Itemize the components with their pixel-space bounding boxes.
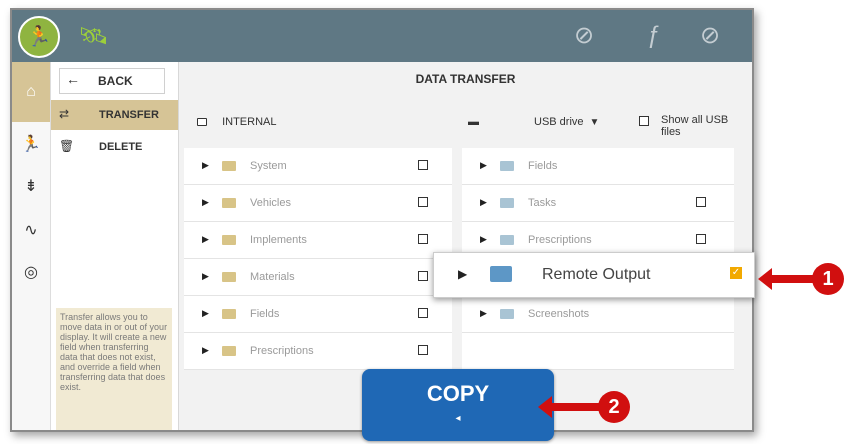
gps-icon[interactable]: ◎ [12,262,50,282]
callout-1-shaft [771,275,815,283]
folder-checkbox[interactable] [418,308,428,318]
help-text: Transfer allows you to move data in or o… [56,308,172,430]
menu-item-delete[interactable]: 🗑 DELETE [51,132,178,162]
folder-icon [222,346,236,356]
implement-icon[interactable]: ⇟ [12,176,50,196]
back-button[interactable]: ← BACK [59,68,165,94]
folder-icon [490,266,512,282]
page-title: DATA TRANSFER [415,72,516,86]
transfer-icon: ⇄ [59,107,70,121]
folder-name: Tasks [528,197,557,209]
folder-checkbox[interactable] [418,345,428,355]
usb-plug-icon: ▬ [468,116,479,128]
submenu: ← BACK ⇄ TRANSFER 🗑 DELETE Transfer allo… [51,62,179,430]
folder-checkbox[interactable] [418,160,428,170]
diagnostics-icon[interactable]: ∿ [12,220,50,240]
list-item [462,333,734,370]
run-logo-icon[interactable]: 🏃 [18,16,60,58]
list-item[interactable]: ▶ Implements [184,222,452,259]
top-bar: 🏃 🛰 ⊘ ƒ ⊘ [12,10,752,62]
menu-item-label: TRANSFER [99,109,159,121]
expand-icon[interactable]: ▶ [202,308,209,319]
folder-checkbox-checked[interactable]: ✓ [730,267,742,279]
folder-icon [500,309,514,319]
back-arrow-icon: ← [66,71,80,87]
folder-name: Vehicles [250,197,291,209]
menu-item-transfer[interactable]: ⇄ TRANSFER [51,100,178,130]
satellite-icon[interactable]: 🛰 [78,22,108,51]
list-item[interactable]: ▶ Vehicles [184,185,452,222]
caret-down-icon: ▼ [589,117,600,128]
folder-name: Materials [250,271,295,283]
list-item[interactable]: ▶ System [184,148,452,185]
folder-icon [500,161,514,171]
folder-name: Fields [250,308,280,320]
folder-icon [222,272,236,282]
folder-name: Fields [528,160,558,172]
callout-1-arrowhead [758,268,772,290]
folder-name: Prescriptions [250,345,314,357]
menu-item-label: DELETE [99,141,143,153]
folder-icon [222,198,236,208]
folder-checkbox[interactable] [418,234,428,244]
list-item[interactable]: ▶ Fields [184,296,452,333]
callout-2-badge: 2 [598,391,630,423]
expand-icon[interactable]: ▶ [480,197,487,208]
folder-name: Prescriptions [528,234,592,246]
show-all-checkbox[interactable] [639,116,649,126]
callout-1-badge: 1 [812,263,844,295]
expand-icon[interactable]: ▶ [480,234,487,245]
show-all-label: Show all USB files [661,114,729,138]
usb-drive-value: USB drive [534,116,584,128]
folder-name: System [250,160,287,172]
highlighted-folder-row[interactable]: ▶ Remote Output ✓ [433,252,755,298]
folder-name: Remote Output [542,266,651,283]
no-guidance-icon[interactable]: ⊘ [694,20,726,52]
expand-icon[interactable]: ▶ [202,345,209,356]
expand-icon[interactable]: ▶ [202,271,209,282]
steering-off-icon[interactable]: ƒ [638,20,670,52]
tractor-off-icon[interactable]: ⊘ [568,20,600,52]
expand-icon[interactable]: ▶ [202,197,209,208]
folder-icon [222,309,236,319]
expand-icon[interactable]: ▶ [458,267,467,281]
usb-drive-select[interactable]: USB drive ▼ [534,116,599,128]
expand-icon[interactable]: ▶ [480,160,487,171]
list-item[interactable]: ▶ Screenshots [462,296,734,333]
back-label: BACK [98,74,133,88]
folder-checkbox[interactable] [418,197,428,207]
copy-button[interactable]: COPY ◂ [362,369,554,441]
folder-icon [500,235,514,245]
trash-icon: 🗑 [59,139,75,153]
home-icon[interactable]: ⌂ [12,62,50,122]
list-item[interactable]: ▶ Prescriptions [184,333,452,370]
list-item[interactable]: ▶ Materials [184,259,452,296]
folder-icon [222,235,236,245]
list-item[interactable]: ▶ Tasks [462,185,734,222]
internal-storage-icon [197,118,207,127]
folder-name: Screenshots [528,308,590,320]
run-icon[interactable]: 🏃 [12,134,50,154]
folder-checkbox[interactable] [696,234,706,244]
left-nav: ⌂ 🏃 ⇟ ∿ ◎ [12,62,51,430]
callout-2-shaft [551,403,601,411]
expand-icon[interactable]: ▶ [202,234,209,245]
folder-checkbox[interactable] [696,197,706,207]
folder-checkbox[interactable] [418,271,428,281]
source-label-row: INTERNAL [197,116,276,128]
expand-icon[interactable]: ▶ [480,308,487,319]
source-label: INTERNAL [222,116,277,128]
copy-arrow-icon: ◂ [455,413,461,424]
folder-icon [500,198,514,208]
folder-icon [222,161,236,171]
copy-label: COPY [426,381,490,406]
internal-folder-list: ▶ System ▶ Vehicles ▶ Implements ▶ Materials… [184,148,452,370]
callout-2-arrowhead [538,396,552,418]
expand-icon[interactable]: ▶ [202,160,209,171]
folder-name: Implements [250,234,307,246]
list-item[interactable]: ▶ Fields [462,148,734,185]
